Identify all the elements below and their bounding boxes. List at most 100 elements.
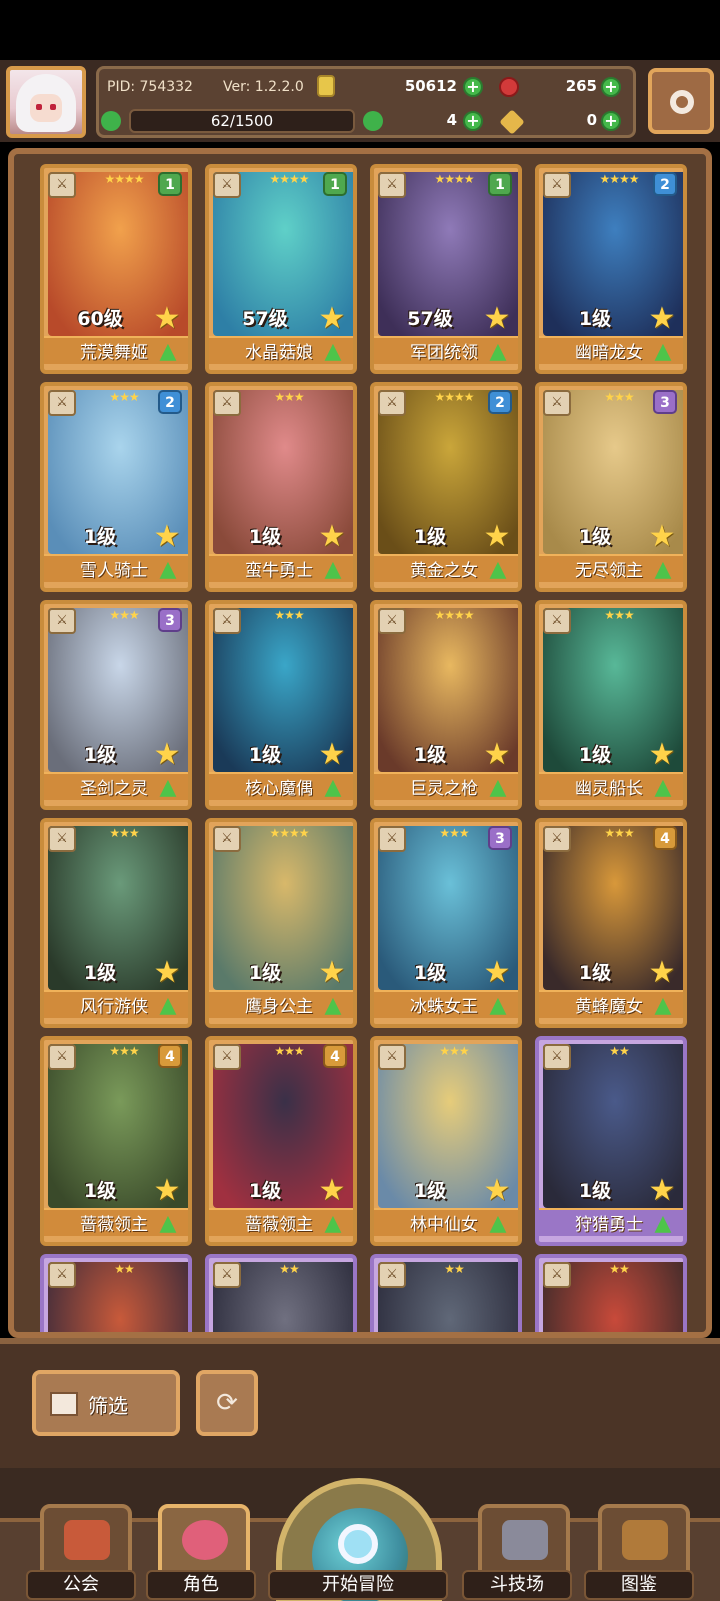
character-card[interactable]: ⚔ ★★★★ 1 60级 ★ 荒漠舞姬 ▲ [40, 164, 192, 374]
character-card[interactable]: ⚔ ★★★ 3 1级 ★ 无尽领主 ▲ [535, 382, 687, 592]
star-upgrade-icon: ★ [483, 737, 511, 772]
character-card[interactable]: ⚔ ★★★ 1级 ★ 幽灵船长 ▲ [535, 600, 687, 810]
character-level: 1级 [83, 744, 117, 766]
weapon-type-icon: ⚔ [48, 826, 76, 852]
rarity-stars: ★★★ [274, 1044, 304, 1058]
rarity-stars: ★★★ [109, 390, 139, 404]
rarity-stars: ★★★ [109, 608, 139, 622]
rank-badge: 2 [653, 172, 677, 196]
character-level: 60级 [77, 308, 123, 330]
add-gems-button[interactable]: + [601, 77, 621, 97]
weapon-type-icon: ⚔ [543, 1044, 571, 1070]
character-card[interactable]: ⚔ ★★★ 1级 ★ 风行游侠 ▲ [40, 818, 192, 1028]
level-up-arrow-icon: ▲ [489, 339, 507, 364]
character-level: 1级 [413, 744, 447, 766]
rarity-stars: ★★ [279, 1262, 300, 1276]
add-clovers-button[interactable]: + [463, 111, 483, 131]
level-up-arrow-icon: ▲ [159, 993, 177, 1018]
player-id: PID: 754332 [107, 79, 193, 95]
level-up-arrow-icon: ▲ [159, 557, 177, 582]
nav-start-label[interactable]: 开始冒险 [268, 1570, 448, 1600]
star-upgrade-icon: ★ [648, 301, 676, 336]
character-card[interactable]: ⚔ ★★★★ 1 57级 ★ 军团统领 ▲ [370, 164, 522, 374]
nav-arena-label[interactable]: 斗技场 [462, 1570, 572, 1600]
key-icon [499, 109, 525, 135]
character-card[interactable]: ⚔ ★★★★ 1级 ★ 鹰身公主 ▲ [205, 818, 357, 1028]
nav-character-label[interactable]: 角色 [146, 1570, 256, 1600]
character-level: 1级 [413, 962, 447, 984]
character-card[interactable]: ⚔ ★★★ 3 1级 ★ 圣剑之灵 ▲ [40, 600, 192, 810]
character-card[interactable]: ⚔ ★★ [40, 1254, 192, 1332]
character-card[interactable]: ⚔ ★★★ 4 1级 ★ 黄蜂魔女 ▲ [535, 818, 687, 1028]
weapon-type-icon: ⚔ [378, 1044, 406, 1070]
character-card[interactable]: ⚔ ★★★ 3 1级 ★ 冰蛛女王 ▲ [370, 818, 522, 1028]
weapon-type-icon: ⚔ [543, 608, 571, 634]
character-card[interactable]: ⚔ ★★★ 4 1级 ★ 蔷薇领主 ▲ [40, 1036, 192, 1246]
character-card[interactable]: ⚔ ★★ [205, 1254, 357, 1332]
rank-badge: 4 [653, 826, 677, 850]
add-keys-button[interactable]: + [601, 111, 621, 131]
character-card[interactable]: ⚔ ★★★★ 2 1级 ★ 黄金之女 ▲ [370, 382, 522, 592]
character-card[interactable]: ⚔ ★★★★ 1级 ★ 巨灵之枪 ▲ [370, 600, 522, 810]
star-upgrade-icon: ★ [483, 1173, 511, 1208]
refresh-button[interactable]: ⟳ [196, 1370, 258, 1436]
level-up-arrow-icon: ▲ [489, 1211, 507, 1236]
rarity-stars: ★★ [609, 1262, 630, 1276]
rarity-stars: ★★★ [109, 826, 139, 840]
coin-count: 50612 [404, 77, 457, 95]
weapon-type-icon: ⚔ [378, 1262, 406, 1288]
gold-coin-icon [317, 75, 335, 97]
character-card[interactable]: ⚔ ★★ 1级 ★ 狩猎勇士 ▲ [535, 1036, 687, 1246]
level-up-arrow-icon: ▲ [324, 557, 342, 582]
rarity-stars: ★★ [444, 1262, 465, 1276]
rarity-stars: ★★★ [439, 826, 469, 840]
rarity-stars: ★★★★ [434, 172, 474, 186]
character-card[interactable]: ⚔ ★★★★ 2 1级 ★ 幽暗龙女 ▲ [535, 164, 687, 374]
magnifier-icon [338, 1524, 378, 1564]
character-card[interactable]: ⚔ ★★★ 2 1级 ★ 雪人骑士 ▲ [40, 382, 192, 592]
character-card[interactable]: ⚔ ★★★ 1级 ★ 核心魔偶 ▲ [205, 600, 357, 810]
weapon-type-icon: ⚔ [378, 608, 406, 634]
character-card[interactable]: ⚔ ★★★★ 1 57级 ★ 水晶菇娘 ▲ [205, 164, 357, 374]
rank-badge: 1 [488, 172, 512, 196]
level-up-arrow-icon: ▲ [159, 339, 177, 364]
character-card[interactable]: ⚔ ★★★ 1级 ★ 蛮牛勇士 ▲ [205, 382, 357, 592]
rarity-stars: ★★★ [109, 1044, 139, 1058]
game-version: Ver: 1.2.2.0 [223, 79, 304, 95]
level-up-arrow-icon: ▲ [654, 557, 672, 582]
character-card[interactable]: ⚔ ★★ [535, 1254, 687, 1332]
rarity-stars: ★★★ [274, 608, 304, 622]
rank-badge: 2 [488, 390, 512, 414]
level-up-arrow-icon: ▲ [324, 775, 342, 800]
character-card[interactable]: ⚔ ★★★ 1级 ★ 林中仙女 ▲ [370, 1036, 522, 1246]
weapon-type-icon: ⚔ [213, 390, 241, 416]
add-coins-button[interactable]: + [463, 77, 483, 97]
character-level: 1级 [578, 962, 612, 984]
player-avatar[interactable] [6, 66, 86, 138]
filter-button[interactable]: 筛选 [32, 1370, 180, 1436]
stamina-clover-icon [101, 111, 121, 131]
character-card[interactable]: ⚔ ★★ [370, 1254, 522, 1332]
gem-count: 265 [565, 77, 597, 95]
rarity-stars: ★★★★ [104, 172, 144, 186]
stamina-value: 62/1500 [210, 112, 274, 130]
character-level: 1级 [248, 526, 282, 548]
rank-badge: 1 [323, 172, 347, 196]
star-upgrade-icon: ★ [318, 955, 346, 990]
nav-codex-label[interactable]: 图鉴 [584, 1570, 694, 1600]
rarity-stars: ★★★★ [269, 172, 309, 186]
star-upgrade-icon: ★ [153, 955, 181, 990]
level-up-arrow-icon: ▲ [654, 1211, 672, 1236]
weapon-type-icon: ⚔ [543, 172, 571, 198]
resource-panel: PID: 754332 Ver: 1.2.2.0 50612 + 265 + 6… [96, 66, 636, 138]
gear-icon [670, 90, 694, 114]
rarity-stars: ★★★ [604, 608, 634, 622]
nav-guild-label[interactable]: 公会 [26, 1570, 136, 1600]
character-level: 1级 [578, 526, 612, 548]
character-card[interactable]: ⚔ ★★★ 4 1级 ★ 蔷薇领主 ▲ [205, 1036, 357, 1246]
settings-button[interactable] [648, 68, 714, 134]
weapon-type-icon: ⚔ [213, 608, 241, 634]
character-level: 1级 [248, 962, 282, 984]
weapon-type-icon: ⚔ [543, 1262, 571, 1288]
key-count: 0 [586, 111, 597, 129]
